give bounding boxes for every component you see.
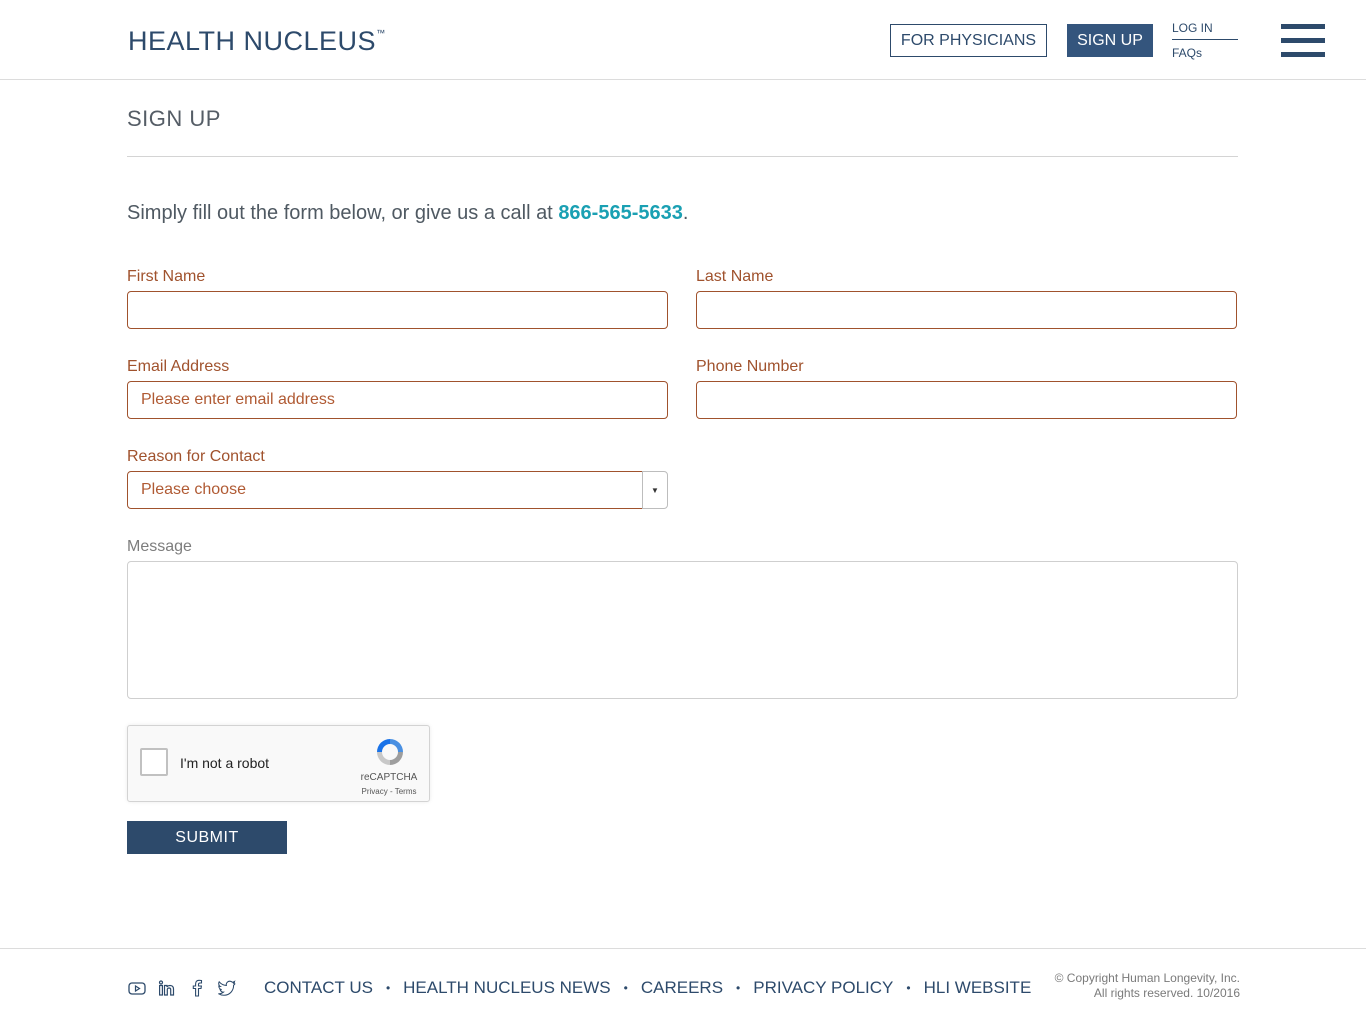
phone-field[interactable] — [696, 381, 1237, 419]
recaptcha-brand: reCAPTCHA — [360, 772, 418, 783]
footer-separator: • — [736, 981, 741, 995]
footer-link-careers[interactable]: CAREERS — [641, 978, 723, 998]
footer-separator: • — [623, 981, 628, 995]
intro-message: Simply fill out the form below, or give … — [127, 202, 559, 224]
logo-text: HEALTH NUCLEUS — [128, 26, 377, 56]
last-name-label: Last Name — [696, 268, 774, 285]
hamburger-menu-icon[interactable] — [1281, 24, 1325, 57]
youtube-icon[interactable] — [128, 979, 146, 997]
footer-separator: • — [385, 981, 391, 995]
recaptcha-logo-icon — [377, 739, 403, 765]
email-field[interactable]: Please enter email address — [127, 381, 668, 419]
copyright-line-1: © Copyright Human Longevity, Inc. — [1054, 971, 1240, 985]
last-name-field[interactable] — [696, 291, 1237, 329]
page-title: SIGN UP — [127, 106, 221, 131]
footer-nav: CONTACT US • HEALTH NUCLEUS NEWS • CAREE… — [264, 978, 1031, 998]
menu-bar — [1281, 24, 1325, 29]
footer-divider — [0, 948, 1366, 949]
first-name-field[interactable] — [127, 291, 668, 329]
message-textarea[interactable] — [127, 561, 1238, 699]
recaptcha-label: I'm not a robot — [180, 755, 270, 771]
recaptcha-terms-link[interactable]: Privacy - Terms — [354, 787, 424, 796]
linkedin-icon[interactable] — [158, 979, 176, 997]
caret-down-icon[interactable]: ▼ — [642, 471, 668, 509]
phone-number-link[interactable]: 866-565-5633 — [558, 202, 683, 224]
footer-separator: • — [906, 981, 911, 995]
header-sign-up-button[interactable]: SIGN UP — [1067, 24, 1153, 57]
phone-label: Phone Number — [696, 358, 804, 375]
submit-button[interactable]: SUBMIT — [127, 821, 287, 854]
footer-link-health-nucleus-news[interactable]: HEALTH NUCLEUS NEWS — [403, 978, 611, 998]
title-divider — [127, 156, 1238, 157]
menu-bar — [1281, 38, 1325, 43]
health-nucleus-logo[interactable]: HEALTH NUCLEUS™ — [128, 26, 386, 57]
copyright-notice: © Copyright Human Longevity, Inc. All ri… — [1055, 971, 1240, 1001]
for-physicians-button[interactable]: FOR PHYSICIANS — [890, 24, 1047, 57]
message-label: Message — [127, 538, 192, 555]
intro-period: . — [682, 202, 689, 224]
first-name-label: First Name — [127, 268, 206, 285]
email-label: Email Address — [127, 358, 230, 375]
footer-link-hli-website[interactable]: HLI WEBSITE — [924, 978, 1032, 998]
site-header: HEALTH NUCLEUS™ FOR PHYSICIANS SIGN UP L… — [0, 0, 1366, 80]
faqs-link[interactable]: FAQs — [1172, 46, 1202, 60]
recaptcha-widget: I'm not a robot reCAPTCHA Privacy - Term… — [127, 725, 430, 802]
footer-link-privacy-policy[interactable]: PRIVACY POLICY — [753, 978, 893, 998]
twitter-icon[interactable] — [218, 979, 236, 997]
logo-trademark: ™ — [376, 28, 386, 38]
menu-bar — [1281, 52, 1325, 57]
recaptcha-checkbox[interactable] — [140, 748, 168, 776]
copyright-line-2: All rights reserved. 10/2016 — [1093, 986, 1240, 1000]
log-in-link[interactable]: LOG IN — [1172, 21, 1238, 40]
reason-select[interactable]: Please choose ▼ — [127, 471, 668, 509]
reason-label: Reason for Contact — [127, 448, 265, 465]
footer-link-contact-us[interactable]: CONTACT US — [264, 978, 373, 998]
facebook-icon[interactable] — [188, 979, 206, 997]
intro-text: Simply fill out the form below, or give … — [127, 202, 688, 225]
reason-selected-value[interactable]: Please choose — [127, 471, 643, 509]
